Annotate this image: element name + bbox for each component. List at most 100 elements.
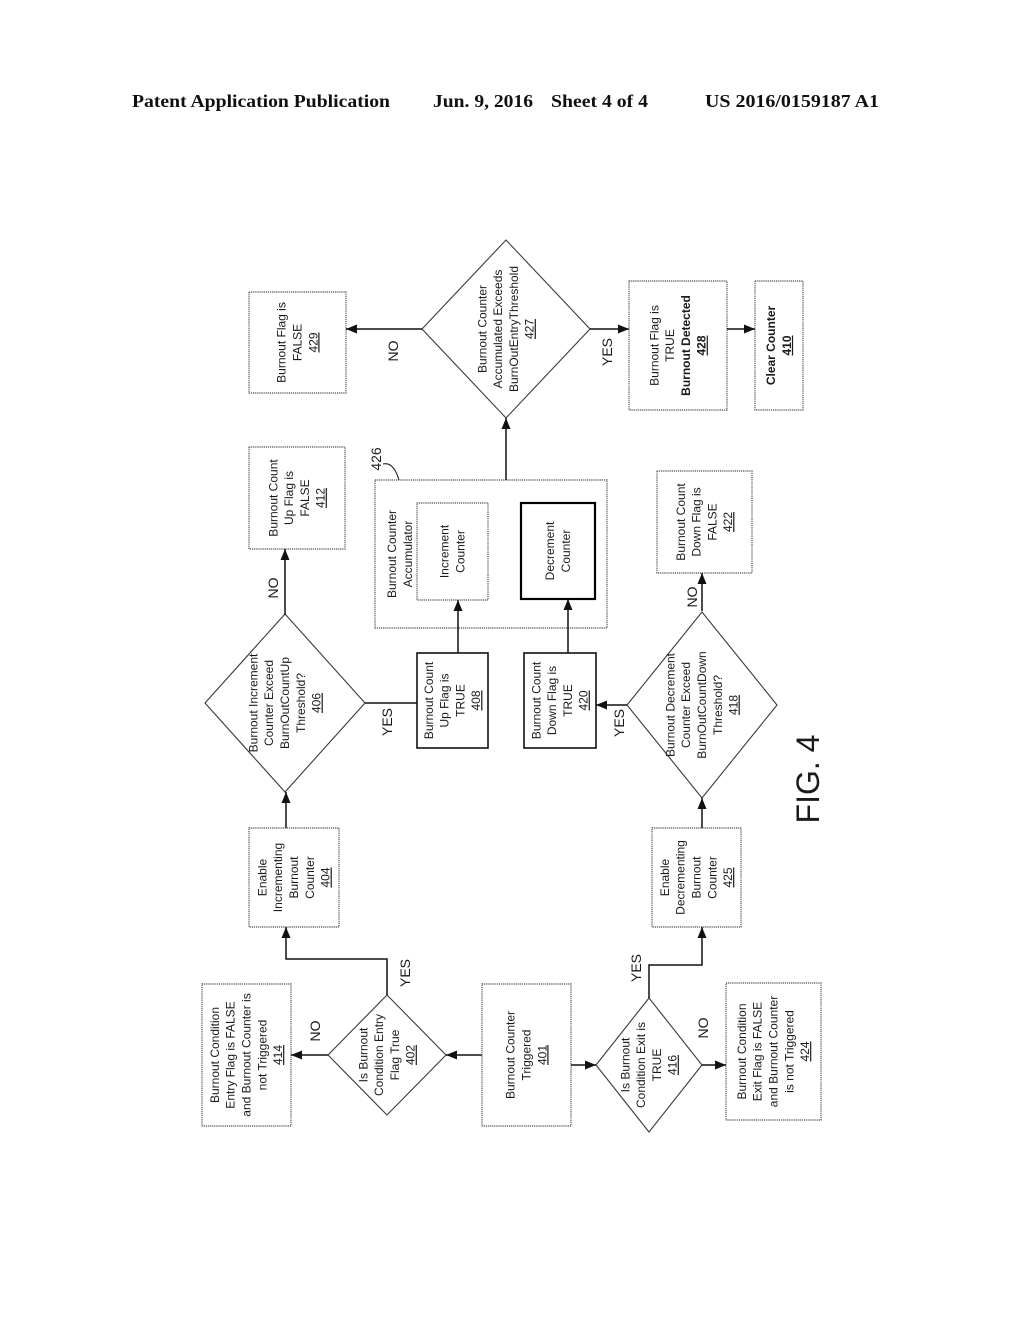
sheet-number: Sheet 4 of 4	[551, 91, 648, 111]
node-text-line: FALSE	[291, 324, 305, 361]
process-425: Enable Decrementing Burnout Counter 425	[651, 827, 742, 928]
branch-label-no: NO	[684, 586, 700, 607]
process-429: Burnout Flag is FALSE 429	[248, 291, 347, 394]
node-text-line: BurnOutCountDown	[695, 651, 709, 758]
decision-416: Is Burnout Condition Exit is TRUE 416	[595, 997, 703, 1133]
branch-label-yes: YES	[611, 709, 627, 737]
burnout-counter-accumulator: Burnout Counter Accumulator Increment Count…	[374, 479, 608, 629]
reference-numeral: 429	[306, 332, 320, 352]
node-text-line: Down Flag is	[690, 487, 704, 556]
connector-416-to-425	[648, 927, 707, 998]
branch-label-no: NO	[385, 340, 401, 361]
node-text-line: Counter Exceed	[679, 662, 693, 748]
node-text-line: Condition Entry	[372, 1014, 386, 1096]
node-text-line: Enable	[255, 858, 269, 896]
reference-numeral: 420	[577, 690, 591, 710]
process-408: Burnout Count Up Flag is TRUE 408	[416, 652, 489, 749]
node-text-line: Burnout Flag is	[647, 305, 661, 386]
process-424: Burnout Condition Exit Flag is FALSE and B…	[725, 982, 822, 1121]
node-text-line: Burnout Detected	[679, 295, 693, 396]
reference-numeral: 404	[319, 867, 333, 887]
reference-numeral: 406	[310, 693, 324, 713]
node-text-line: Is Burnout	[356, 1027, 370, 1082]
increment-counter: Increment Counter	[416, 502, 489, 601]
patent-drawing-sheet: Patent Application Publication Jun. 9, 2…	[0, 0, 1024, 1320]
node-text-line: Burnout	[287, 856, 301, 899]
increment-counter-text: Increment Counter	[438, 524, 468, 578]
reference-numeral: 410	[780, 335, 794, 355]
branch-label-yes: YES	[397, 959, 413, 987]
increment-counter-line: Counter	[453, 530, 467, 573]
node-text-line: Burnout Count	[422, 661, 436, 739]
node-text-line: Burnout Flag is	[275, 302, 289, 383]
node-text-line: Up Flag is	[282, 471, 296, 525]
node-text-line: Exit Flag is FALSE	[751, 1002, 765, 1101]
reference-numeral: 402	[404, 1045, 418, 1065]
node-text-line: FALSE	[298, 479, 312, 516]
node-text-line: Burnout Count	[674, 483, 688, 561]
accumulator-title-line: Burnout Counter	[385, 510, 399, 598]
branch-label-yes: YES	[379, 708, 395, 736]
branch-label-no: NO	[307, 1020, 323, 1041]
process-410: Clear Counter 410	[754, 280, 804, 411]
decision-418: Burnout Decrement Counter Exceed BurnOutCo…	[626, 611, 778, 799]
figure-label: FIG. 4	[790, 735, 826, 824]
reference-numeral: 425	[721, 867, 735, 887]
node-text-line: Burnout Condition	[208, 1007, 222, 1103]
node-text-line: Threshold?	[294, 673, 308, 733]
node-text-line: and Burnout Counter is	[240, 993, 254, 1116]
node-text-line: TRUE	[650, 1049, 664, 1082]
process-428: Burnout Flag is TRUE Burnout Detected 428	[628, 280, 728, 411]
branch-label-no: NO	[265, 577, 281, 598]
patent-number: US 2016/0159187 A1	[705, 91, 879, 111]
node-text-line: Burnout Counter	[475, 285, 489, 373]
reference-numeral: 401	[535, 1045, 549, 1065]
reference-numeral: 408	[469, 690, 483, 710]
node-text-line: Burnout Count	[529, 661, 543, 739]
node-text-line: Enable	[658, 858, 672, 896]
process-412: Burnout Count Up Flag is FALSE 412	[248, 446, 346, 550]
node-text-line: Up Flag is	[438, 673, 452, 727]
node-text-line: Decrementing	[674, 840, 688, 915]
reference-numeral: 418	[727, 695, 741, 715]
reference-numeral: 416	[666, 1055, 680, 1075]
publication-date: Jun. 9, 2016	[433, 91, 533, 111]
accumulator-reference: 426	[368, 447, 400, 481]
node-text-line: Counter Exceed	[262, 660, 276, 746]
flowchart-nodes: Burnout Counter Accumulator Increment Count…	[201, 239, 822, 1133]
reference-numeral: 422	[721, 512, 735, 532]
decrement-counter-line: Counter	[559, 530, 573, 573]
branch-label-no: NO	[695, 1017, 711, 1038]
reference-numeral: 414	[271, 1045, 285, 1065]
decision-406: Burnout Increment Counter Exceed BurnOutCo…	[204, 613, 366, 793]
node-text-line: Incrementing	[271, 843, 285, 912]
node-text-line: BurnOutEntryThreshold	[507, 266, 521, 392]
branch-label-yes: YES	[628, 954, 644, 982]
branch-label-yes: YES	[599, 338, 615, 366]
decrement-counter-line: Decrement	[543, 521, 557, 580]
process-422: Burnout Count Down Flag is FALSE 422	[656, 470, 753, 574]
node-text-line: Clear Counter	[764, 306, 778, 386]
node-text-line: Condition Exit is	[634, 1022, 648, 1108]
node-text-line: Down Flag is	[545, 666, 559, 735]
node-text-line: Threshold?	[711, 675, 725, 735]
node-text-line: Burnout	[690, 856, 704, 899]
connector-402-to-404	[281, 927, 388, 995]
node-text-line: Burnout Count	[266, 459, 280, 537]
node-text-line: Burnout Counter	[504, 1011, 518, 1099]
increment-counter-line: Increment	[438, 524, 452, 578]
decrement-counter: Decrement Counter	[519, 501, 597, 601]
node-text-line: Accumulated Exceeds	[491, 270, 505, 389]
node-text-line: is not Triggered	[782, 1010, 796, 1093]
publication-type: Patent Application Publication	[132, 91, 390, 111]
decrement-counter-text: Decrement Counter	[543, 521, 573, 580]
accumulator-reference-numeral: 426	[368, 447, 384, 471]
decision-427: Burnout Counter Accumulated Exceeds BurnOu…	[421, 239, 591, 419]
node-text-line: Counter	[705, 856, 719, 899]
node-text-line: Is Burnout	[618, 1037, 632, 1092]
node-text-line: TRUE	[453, 684, 467, 717]
reference-numeral: 427	[523, 319, 537, 339]
node-text-line: TRUE	[663, 329, 677, 362]
node-text-line: Burnout Increment	[246, 653, 260, 752]
node-text-line: Triggered	[520, 1030, 534, 1081]
